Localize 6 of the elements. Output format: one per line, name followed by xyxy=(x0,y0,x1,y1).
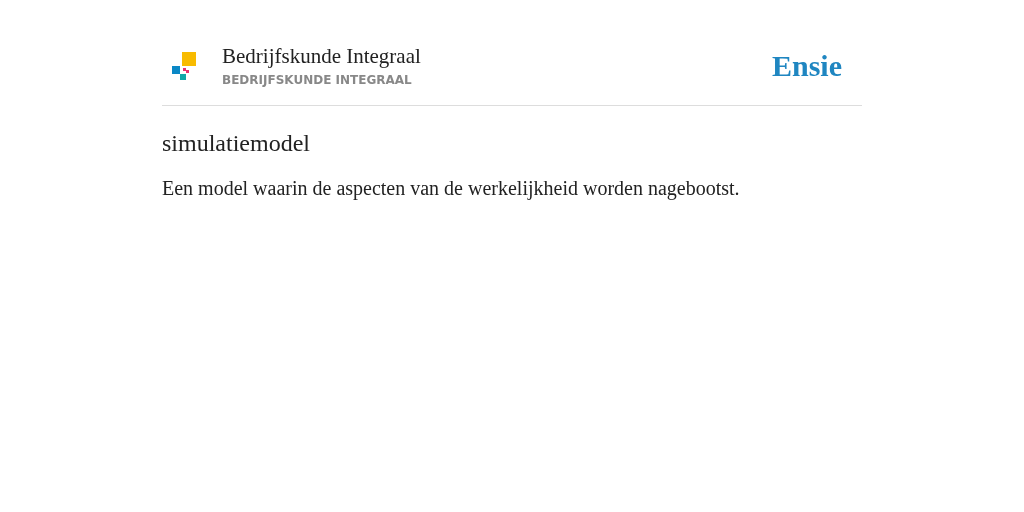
site-subtitle: BEDRIJFSKUNDE INTEGRAAL xyxy=(222,73,413,87)
entry-definition: Een model waarin de aspecten van de werkelijkheid worden nagebootst. xyxy=(162,177,741,200)
entry-term: simulatiemodel xyxy=(162,130,311,157)
brand-logo[interactable]: Ensie xyxy=(771,48,842,83)
logo-icon xyxy=(172,51,196,80)
site-title: Bedrijfskunde Integraal xyxy=(222,44,422,69)
